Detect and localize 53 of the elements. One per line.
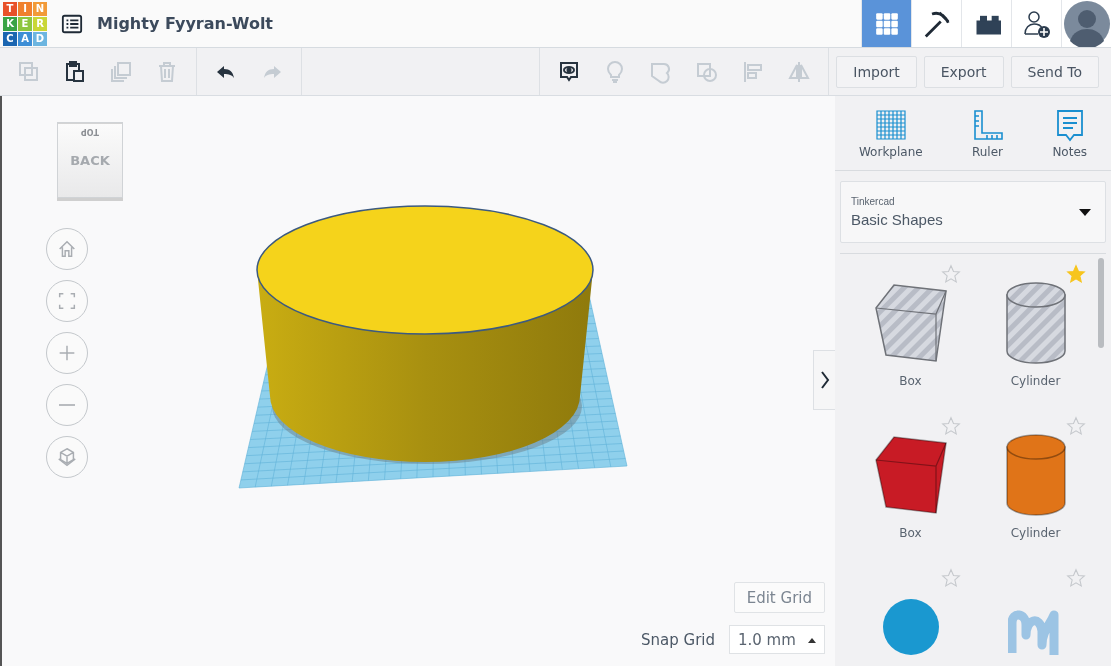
add-user-icon bbox=[1021, 8, 1052, 39]
notes-tool[interactable]: Notes bbox=[1052, 107, 1088, 159]
hole-cylinder-icon bbox=[1004, 281, 1067, 365]
perspective-button[interactable] bbox=[46, 436, 88, 478]
workplane-tool[interactable]: Workplane bbox=[858, 107, 923, 159]
panel-toggle[interactable] bbox=[813, 350, 835, 410]
list-icon bbox=[61, 12, 83, 35]
snap-grid-select[interactable]: 1.0 mm bbox=[729, 625, 825, 654]
action-button[interactable]: Import bbox=[836, 55, 917, 88]
shape-label: Cylinder bbox=[1010, 374, 1061, 388]
duplicate-icon bbox=[109, 59, 133, 84]
fit-button[interactable] bbox=[46, 280, 88, 322]
copy-icon bbox=[17, 59, 41, 84]
home-button[interactable] bbox=[46, 228, 88, 270]
cube-face-label: TOP bbox=[58, 123, 122, 139]
caret-down-icon bbox=[1079, 208, 1091, 216]
brick-button[interactable] bbox=[961, 0, 1011, 47]
minus-icon bbox=[59, 404, 75, 406]
shape-label: Box bbox=[899, 526, 922, 540]
caret-up-icon bbox=[808, 636, 816, 643]
pickaxe-button[interactable] bbox=[911, 0, 961, 47]
edit-grid-button[interactable]: Edit Grid bbox=[733, 582, 825, 613]
shape-library-select[interactable]: Tinkercad Basic Shapes bbox=[840, 181, 1106, 243]
action-button[interactable]: Send To bbox=[1010, 55, 1099, 88]
home-icon bbox=[56, 238, 78, 260]
add-user-button[interactable] bbox=[1011, 0, 1061, 47]
avatar-icon bbox=[1063, 0, 1110, 47]
shape-label: Cylinder bbox=[1010, 526, 1061, 540]
favorite-star-icon[interactable] bbox=[1066, 416, 1086, 436]
sphere-icon bbox=[880, 597, 941, 657]
grid-plane-icon bbox=[873, 107, 908, 142]
cube-icon bbox=[56, 446, 78, 468]
zoom-out-button[interactable] bbox=[46, 384, 88, 426]
paste-icon bbox=[63, 59, 87, 84]
grid-icon bbox=[873, 10, 900, 37]
snap-grid-label: Snap Grid bbox=[641, 630, 715, 649]
logo[interactable]: T I N K E R C A D bbox=[3, 1, 47, 46]
favorite-star-icon[interactable] bbox=[1066, 568, 1086, 588]
fit-view-icon bbox=[56, 290, 78, 312]
ruler-tool[interactable]: Ruler bbox=[970, 107, 1005, 159]
favorite-star-icon[interactable] bbox=[941, 416, 961, 436]
shape-label: Box bbox=[899, 374, 922, 388]
cylinder-icon bbox=[1004, 433, 1067, 517]
avatar-button[interactable] bbox=[1061, 0, 1111, 47]
cube-face-label: BACK bbox=[69, 153, 111, 168]
mirror-icon bbox=[787, 59, 812, 84]
zoom-in-button[interactable] bbox=[46, 332, 88, 374]
favorite-star-icon[interactable] bbox=[1066, 264, 1086, 284]
action-button[interactable]: Export bbox=[923, 55, 1004, 88]
favorite-star-icon[interactable] bbox=[941, 264, 961, 284]
favorite-star-icon[interactable] bbox=[941, 568, 961, 588]
design-title[interactable]: Mighty Fyyran-Wolt bbox=[97, 14, 273, 33]
chevron-right-icon bbox=[818, 370, 831, 390]
